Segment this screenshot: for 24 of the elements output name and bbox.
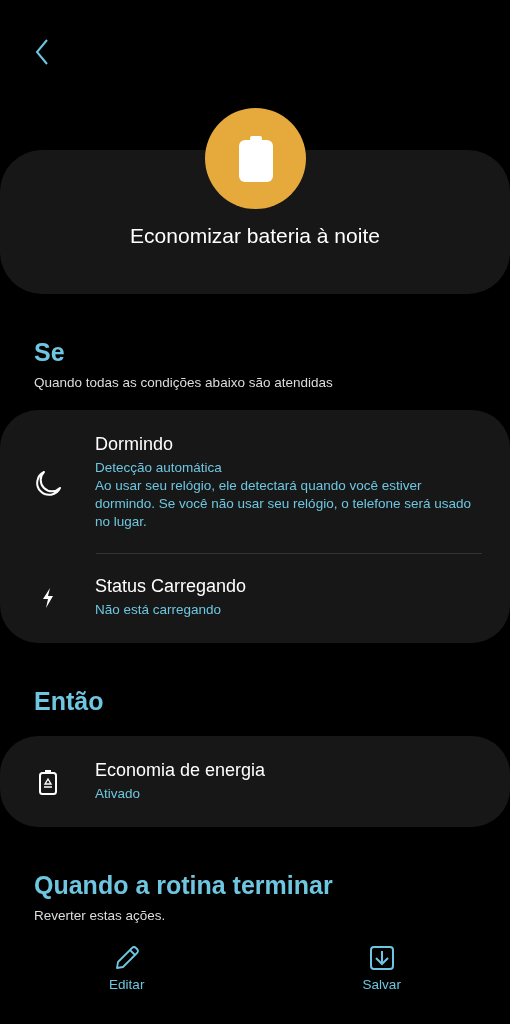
list-item[interactable]: Dormindo Detecção automática Ao usar seu relógio, ele detectará quando você estiver dormindo. Se você não usar seu relógio, o telefone será usado no lugar. xyxy=(0,424,482,541)
section-heading: Quando a rotina terminar xyxy=(34,871,334,900)
item-status: Não está carregando xyxy=(95,601,223,619)
moon-icon xyxy=(33,468,62,497)
list-item[interactable]: Status Carregando Não está carregando xyxy=(0,566,482,629)
section-subtitle: Quando todas as condições abaixo são atendidas xyxy=(34,375,334,390)
routine-title: Economizar bateria à noite xyxy=(130,224,380,248)
edit-button[interactable]: Editar xyxy=(99,941,155,996)
back-button[interactable] xyxy=(34,38,50,66)
item-title: Status Carregando xyxy=(95,576,247,597)
section-subtitle: Reverter estas ações. xyxy=(34,908,167,923)
item-title: Dormindo xyxy=(95,434,175,455)
item-status: Detecção automática xyxy=(95,459,223,477)
section-heading: Então xyxy=(34,687,105,716)
list-item[interactable]: Economia de energia Ativado xyxy=(0,750,482,813)
download-icon xyxy=(368,945,395,971)
section-heading: Se xyxy=(34,338,66,367)
save-button[interactable]: Salvar xyxy=(352,941,411,996)
item-title: Economia de energia xyxy=(95,760,266,781)
lightning-icon xyxy=(41,587,54,608)
item-description: Ao usar seu relógio, ele detectará quando você estiver dormindo. Se você não usar seu relógio, o telefone será usado no lugar. xyxy=(95,477,472,531)
pencil-icon xyxy=(113,945,140,971)
item-status: Ativado xyxy=(95,785,142,803)
battery-recycle-icon xyxy=(38,768,57,795)
